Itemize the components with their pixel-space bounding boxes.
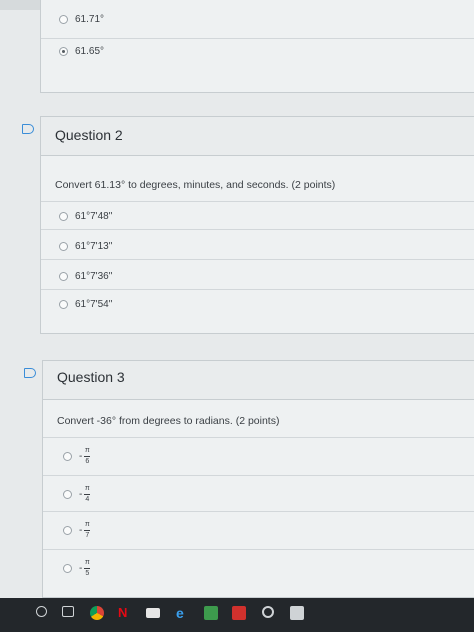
numerator: π (84, 559, 90, 566)
edge-icon[interactable]: e (176, 606, 190, 620)
denominator: 5 (85, 570, 90, 577)
question-prompt: Convert -36° from degrees to radians. (2… (57, 415, 280, 427)
netflix-icon[interactable]: N (118, 606, 132, 620)
radio-button[interactable] (63, 564, 72, 573)
option-label: 61°7'54" (75, 299, 113, 310)
previous-question-card: 61.71° 61.65° (40, 0, 474, 93)
radio-button[interactable] (63, 526, 72, 535)
fraction: π 5 (84, 559, 91, 578)
option-61-71[interactable]: 61.71° (59, 14, 104, 25)
radio-button-selected[interactable] (59, 47, 68, 56)
question-prompt: Convert 61.13° to degrees, minutes, and … (55, 179, 336, 191)
option-label: 61°7'48" (75, 211, 113, 222)
question-title: Question 2 (55, 127, 123, 143)
radio-button[interactable] (63, 452, 72, 461)
option-label: 61°7'13" (75, 241, 113, 252)
option-d[interactable]: 61°7'54" (59, 299, 112, 310)
radio-button[interactable] (63, 490, 72, 499)
chrome-icon[interactable] (90, 606, 104, 620)
row-divider (43, 475, 474, 476)
photos-icon[interactable] (204, 606, 218, 620)
option-a[interactable]: - π 6 (63, 447, 91, 466)
image-icon[interactable] (290, 606, 304, 620)
row-divider (43, 437, 474, 438)
search-icon[interactable] (36, 606, 47, 617)
row-divider (41, 289, 474, 290)
task-view-icon[interactable] (62, 606, 74, 617)
denominator: 4 (85, 496, 90, 503)
row-divider (41, 201, 474, 202)
option-d[interactable]: - π 5 (63, 559, 91, 578)
option-sign: - (79, 525, 83, 536)
option-61-65[interactable]: 61.65° (59, 46, 104, 57)
option-c[interactable]: 61°7'36" (59, 271, 112, 282)
fraction: π 7 (84, 521, 91, 540)
fraction: π 4 (84, 485, 91, 504)
fraction: π 6 (84, 447, 91, 466)
radio-button[interactable] (59, 242, 68, 251)
radio-button[interactable] (59, 15, 68, 24)
mail-icon[interactable] (146, 608, 160, 618)
option-b[interactable]: 61°7'13" (59, 241, 112, 252)
fraction-bar (84, 530, 91, 531)
radio-button[interactable] (59, 212, 68, 221)
option-label: 61.71° (75, 14, 105, 25)
row-divider (41, 38, 474, 39)
question-3-card: Question 3 Convert -36° from degrees to … (42, 360, 474, 598)
row-divider (43, 549, 474, 550)
flag-icon[interactable] (24, 368, 36, 378)
question-title: Question 3 (57, 369, 125, 385)
denominator: 7 (85, 532, 90, 539)
option-c[interactable]: - π 7 (63, 521, 91, 540)
acrobat-icon[interactable] (232, 606, 246, 620)
numerator: π (84, 447, 90, 454)
settings-icon[interactable] (262, 606, 274, 618)
fraction-bar (84, 456, 91, 457)
taskbar: N e (0, 598, 474, 632)
option-b[interactable]: - π 4 (63, 485, 91, 504)
row-divider (43, 511, 474, 512)
row-divider (41, 259, 474, 260)
numerator: π (84, 485, 90, 492)
row-divider (41, 229, 474, 230)
radio-button[interactable] (59, 300, 68, 309)
radio-button[interactable] (59, 272, 68, 281)
option-sign: - (79, 563, 83, 574)
option-sign: - (79, 451, 83, 462)
flag-icon[interactable] (22, 124, 34, 134)
option-label: 61°7'36" (75, 271, 113, 282)
option-a[interactable]: 61°7'48" (59, 211, 112, 222)
fraction-bar (84, 494, 91, 495)
denominator: 6 (85, 458, 90, 465)
option-sign: - (79, 489, 83, 500)
question-2-card: Question 2 Convert 61.13° to degrees, mi… (40, 116, 474, 334)
option-label: 61.65° (75, 46, 105, 57)
numerator: π (84, 521, 90, 528)
fraction-bar (84, 568, 91, 569)
